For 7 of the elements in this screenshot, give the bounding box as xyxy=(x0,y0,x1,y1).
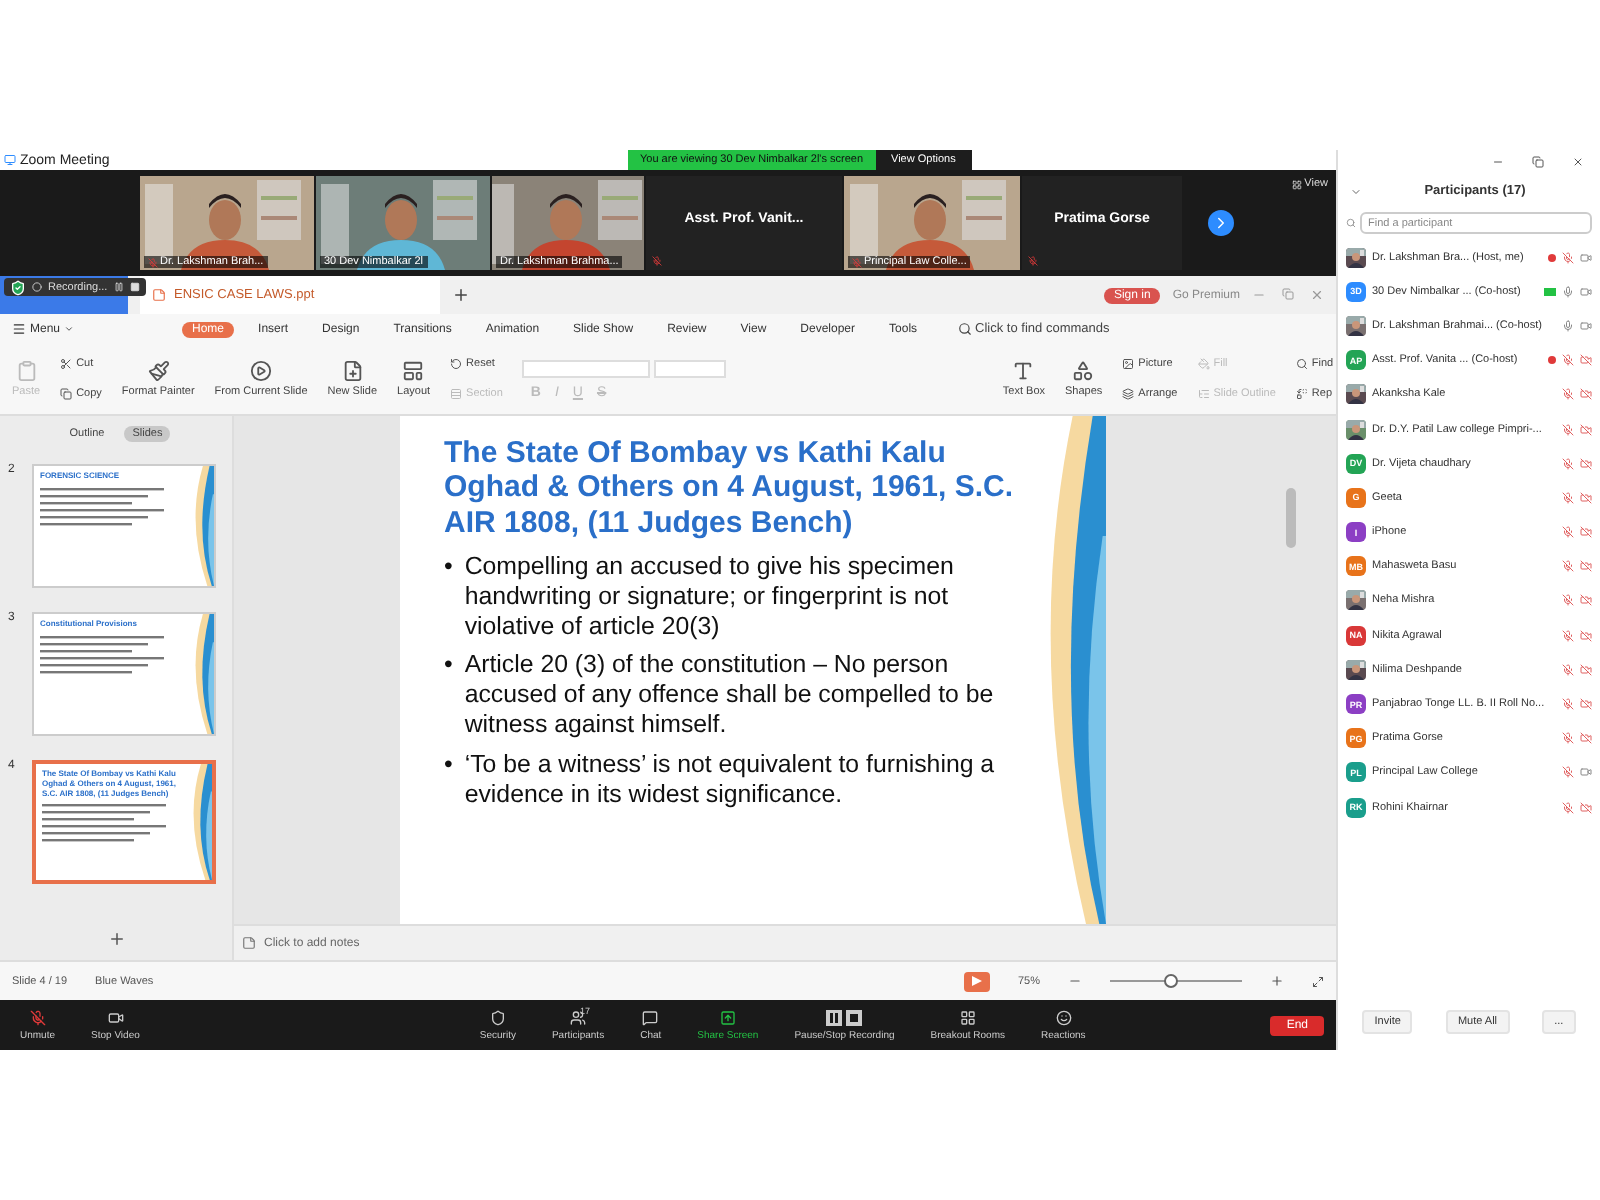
bullet-text: Compelling an accused to give his specimen handwriting or signature; or fingerprint is not violative of article 20(3) xyxy=(464,551,956,641)
bullet-marker: • xyxy=(444,551,453,584)
bullet-text: ‘To be a witness’ is not equivalent to furnishing a evidence in its widest significance. xyxy=(464,750,997,810)
bullet-marker: • xyxy=(444,750,453,782)
slide-title: The State Of Bombay vs Kathi Kalu Oghad & Others on 4 August, 1961, S.C. AIR 1808, (11 Judges Bench) xyxy=(444,436,1015,540)
bullet-text: Article 20 (3) of the constitution – No person accused of any offence shall be compelled to be witness against himself. xyxy=(464,650,996,740)
bullet-marker: • xyxy=(444,650,453,683)
